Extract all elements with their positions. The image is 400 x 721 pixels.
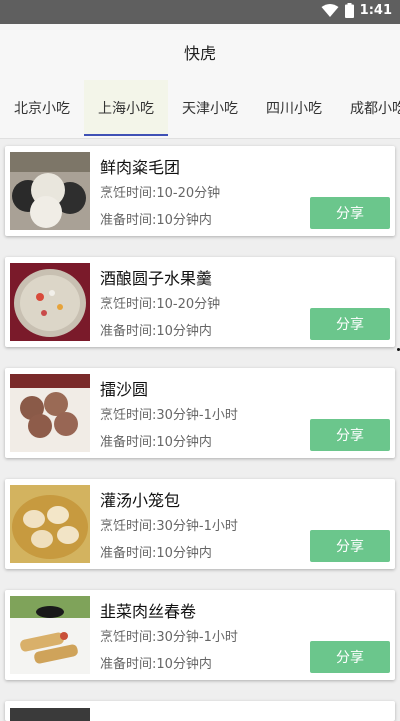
cook-time: 烹饪时间:10-20分钟 bbox=[100, 186, 221, 201]
app-bar: 快虎 bbox=[0, 24, 400, 80]
prep-time: 准备时间:10分钟内 bbox=[100, 657, 212, 672]
recipe-name: 酒酿圆子水果羹 bbox=[100, 269, 213, 288]
recipe-name: 擂沙圆 bbox=[100, 380, 149, 399]
status-time: 1:41 bbox=[359, 3, 392, 18]
battery-icon bbox=[344, 3, 354, 18]
tab-chengdu[interactable]: 成都小吃 bbox=[336, 80, 400, 136]
share-button[interactable]: 分享 bbox=[310, 419, 390, 451]
recipe-image bbox=[10, 263, 90, 341]
recipe-image bbox=[10, 374, 90, 452]
prep-time: 准备时间:10分钟内 bbox=[100, 546, 212, 561]
prep-time: 准备时间:10分钟内 bbox=[100, 213, 212, 228]
app-title: 快虎 bbox=[183, 44, 216, 63]
recipe-card[interactable]: 擂沙圆 烹饪时间:30分钟-1小时 准备时间:10分钟内 分享 bbox=[5, 368, 395, 458]
category-tabs: 北京小吃 上海小吃 天津小吃 四川小吃 成都小吃 bbox=[0, 80, 400, 139]
share-button[interactable]: 分享 bbox=[310, 530, 390, 562]
recipe-image bbox=[10, 707, 90, 721]
tab-tianjin[interactable]: 天津小吃 bbox=[168, 80, 252, 136]
prep-time: 准备时间:10分钟内 bbox=[100, 324, 212, 339]
recipe-card[interactable]: 韭菜肉丝春卷 烹饪时间:30分钟-1小时 准备时间:10分钟内 分享 bbox=[5, 590, 395, 680]
wifi-icon bbox=[321, 3, 339, 17]
recipe-name: 灌汤小笼包 bbox=[100, 491, 181, 510]
share-button[interactable]: 分享 bbox=[310, 197, 390, 229]
status-icons: 1:41 bbox=[321, 3, 392, 18]
tab-sichuan[interactable]: 四川小吃 bbox=[252, 80, 336, 136]
recipe-card[interactable]: 灌汤小笼包 烹饪时间:30分钟-1小时 准备时间:10分钟内 分享 bbox=[5, 479, 395, 569]
prep-time: 准备时间:10分钟内 bbox=[100, 435, 212, 450]
recipe-card-partial[interactable] bbox=[5, 701, 395, 721]
cook-time: 烹饪时间:10-20分钟 bbox=[100, 297, 221, 312]
cook-time: 烹饪时间:30分钟-1小时 bbox=[100, 519, 238, 534]
cook-time: 烹饪时间:30分钟-1小时 bbox=[100, 408, 238, 423]
tab-shanghai[interactable]: 上海小吃 bbox=[84, 80, 168, 136]
recipe-name: 鲜肉粢毛团 bbox=[100, 158, 181, 177]
recipe-image bbox=[10, 152, 90, 230]
tab-beijing[interactable]: 北京小吃 bbox=[0, 80, 84, 136]
cook-time: 烹饪时间:30分钟-1小时 bbox=[100, 630, 238, 645]
share-button[interactable]: 分享 bbox=[310, 308, 390, 340]
recipe-image bbox=[10, 485, 90, 563]
recipe-image bbox=[10, 596, 90, 674]
recipe-card[interactable]: 鲜肉粢毛团 烹饪时间:10-20分钟 准备时间:10分钟内 分享 bbox=[5, 146, 395, 236]
share-button[interactable]: 分享 bbox=[310, 641, 390, 673]
recipe-name: 韭菜肉丝春卷 bbox=[100, 602, 197, 621]
status-bar: 1:41 bbox=[0, 0, 400, 24]
recipe-card[interactable]: 酒酿圆子水果羹 烹饪时间:10-20分钟 准备时间:10分钟内 分享 bbox=[5, 257, 395, 347]
